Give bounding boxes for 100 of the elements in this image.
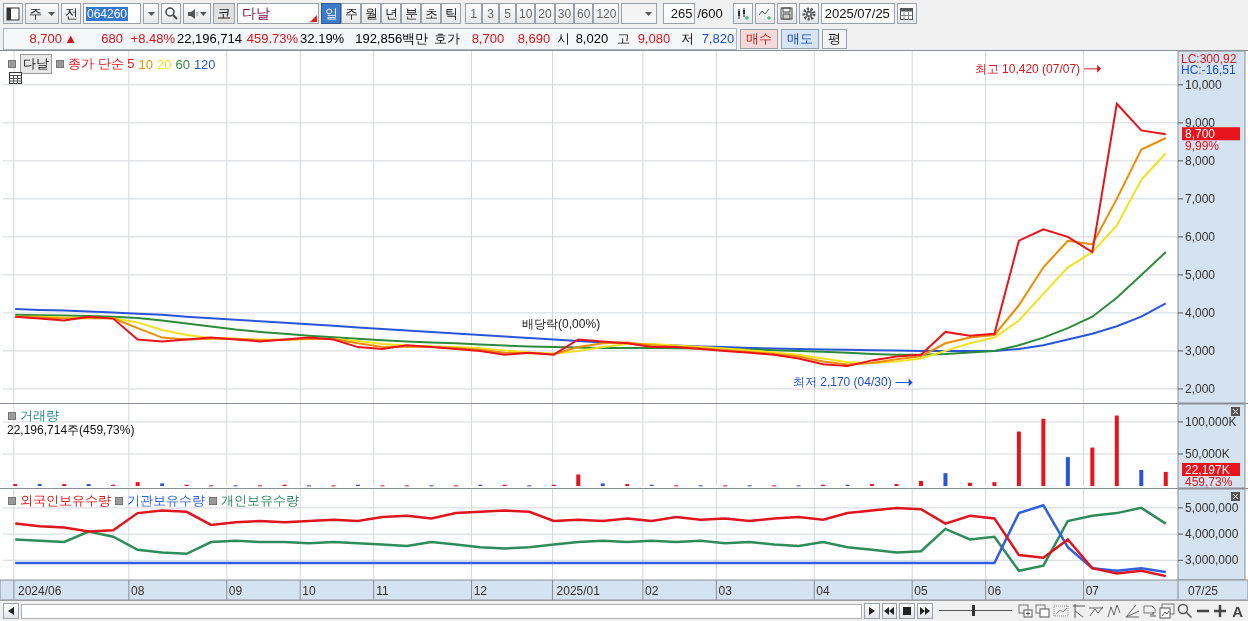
quote-text: 8,020 bbox=[574, 31, 610, 46]
save-icon bbox=[780, 7, 794, 20]
volume-reading: 22,196,714주(459,73%) bbox=[7, 422, 135, 439]
chart-window-icon[interactable] bbox=[1159, 603, 1175, 619]
sell-button[interactable]: 매도 bbox=[781, 28, 820, 49]
gear-icon bbox=[801, 6, 816, 21]
quote-text: +8.48% bbox=[129, 31, 176, 46]
quote-text: 시 bbox=[556, 29, 572, 48]
axis-label: 3,000 bbox=[1185, 343, 1216, 358]
close-icon[interactable] bbox=[1231, 492, 1240, 501]
slider-thumb[interactable] bbox=[971, 605, 975, 616]
pane-title: 거래량 bbox=[20, 407, 59, 425]
legend-label: 120 bbox=[193, 56, 216, 72]
name-field[interactable]: 다날 bbox=[237, 3, 319, 24]
volume-bar bbox=[160, 483, 165, 486]
zoom-slider[interactable] bbox=[938, 603, 1012, 619]
quote-text: 459.73% bbox=[245, 31, 300, 46]
axis-label: 4,000,000 bbox=[1185, 527, 1239, 542]
zigzag-line-icon[interactable] bbox=[1106, 603, 1122, 619]
font-button[interactable]: A bbox=[1230, 602, 1245, 620]
axis-label: 9,000 bbox=[1185, 115, 1216, 130]
scroll-left-button[interactable] bbox=[3, 603, 19, 619]
interval-button[interactable]: 10 bbox=[516, 3, 536, 24]
layout-icon bbox=[6, 6, 20, 21]
layout-button[interactable] bbox=[3, 3, 23, 24]
line-plus-icon bbox=[757, 6, 772, 21]
date-label: 12 bbox=[473, 584, 487, 598]
period-tab[interactable]: 월 bbox=[361, 3, 381, 24]
crosshair-line-icon[interactable] bbox=[1070, 603, 1087, 619]
period-tab[interactable]: 분 bbox=[401, 3, 421, 24]
date-label: 10 bbox=[302, 584, 316, 598]
calendar-button[interactable] bbox=[896, 3, 917, 24]
rewind-button[interactable] bbox=[881, 603, 898, 619]
legend-label: 10 bbox=[138, 56, 153, 72]
buy-button[interactable]: 매수 bbox=[740, 28, 779, 49]
dotted-frame-icon[interactable] bbox=[1052, 603, 1069, 619]
angle-line-icon[interactable] bbox=[1123, 603, 1140, 619]
interval-button[interactable]: 5 bbox=[499, 3, 516, 24]
quote-text: 7,820 bbox=[700, 31, 736, 46]
volume-bar bbox=[918, 480, 923, 486]
save-button[interactable] bbox=[776, 3, 797, 24]
code-dropdown[interactable] bbox=[143, 3, 159, 24]
period-tab[interactable]: 주 bbox=[341, 3, 361, 24]
date-field[interactable]: 2025/07/25 bbox=[820, 3, 895, 24]
quote-text: 8,700 bbox=[28, 31, 63, 46]
period-tab[interactable]: 일 bbox=[321, 3, 341, 24]
volume-bar bbox=[1016, 431, 1021, 486]
axis-label: 4,000 bbox=[1185, 305, 1216, 320]
legend-icon bbox=[8, 497, 16, 505]
quote-text: 680 bbox=[100, 31, 124, 46]
average-button[interactable]: 평 bbox=[822, 28, 848, 49]
market-combo[interactable]: 주 bbox=[25, 3, 59, 24]
prev-button[interactable]: 전 bbox=[61, 3, 81, 24]
high-price-label: 최고 10,420 (07/07) bbox=[974, 61, 1081, 76]
volume-bar bbox=[1163, 471, 1168, 486]
volume-bar bbox=[576, 474, 581, 486]
volume-bar bbox=[943, 473, 948, 486]
speaker-button[interactable] bbox=[183, 3, 211, 24]
quote-text: 192,856백만 bbox=[354, 29, 430, 48]
stop-button[interactable] bbox=[899, 603, 916, 619]
axis-label: 10,000 bbox=[1185, 77, 1222, 92]
legend-label: 개인보유수량 bbox=[221, 492, 299, 510]
volume-bar bbox=[1041, 418, 1046, 486]
corner-mark-icon bbox=[310, 15, 317, 22]
interval-button[interactable]: 20 bbox=[535, 3, 555, 24]
search-button[interactable] bbox=[161, 3, 181, 24]
code-field[interactable]: 064260 bbox=[83, 3, 141, 24]
cascade-window-icon[interactable] bbox=[1035, 603, 1051, 619]
zoom-in-icon[interactable] bbox=[1212, 603, 1229, 619]
play-button[interactable] bbox=[863, 603, 880, 619]
table-icon[interactable] bbox=[9, 72, 22, 84]
legend-icon bbox=[115, 497, 123, 505]
period-tab[interactable]: 초 bbox=[421, 3, 441, 24]
volume-bar bbox=[967, 482, 972, 486]
overlay-window-icon[interactable] bbox=[1017, 603, 1034, 619]
legend-label: 종가 단순 5 bbox=[68, 55, 135, 73]
quote-text: 8,690 bbox=[516, 31, 552, 46]
period-tab[interactable]: 틱 bbox=[441, 3, 461, 24]
interval-button[interactable]: 3 bbox=[482, 3, 499, 24]
volume-bar bbox=[1114, 415, 1119, 486]
period-tab[interactable]: 년 bbox=[381, 3, 401, 24]
bar-stat-icon[interactable] bbox=[1141, 603, 1158, 619]
legend-label: 60 bbox=[175, 56, 190, 72]
legend-label: 기관보유수량 bbox=[127, 492, 205, 510]
count-total: /600 bbox=[697, 6, 723, 21]
arrow-icon bbox=[895, 378, 913, 387]
fast-forward-icon bbox=[919, 607, 930, 615]
interval-button[interactable]: 120 bbox=[593, 3, 620, 24]
close-icon[interactable] bbox=[1231, 407, 1240, 416]
stock-tag[interactable]: 다날 bbox=[20, 54, 52, 74]
interval-button[interactable]: 1 bbox=[465, 3, 482, 24]
settings-button[interactable] bbox=[798, 3, 819, 24]
interval-button[interactable]: 60 bbox=[574, 3, 594, 24]
date-label: 08 bbox=[130, 584, 145, 598]
count-field[interactable]: 265 bbox=[663, 3, 696, 24]
fast-forward-button[interactable] bbox=[917, 603, 933, 619]
quote-text: ▲ bbox=[64, 31, 78, 46]
axis-label: 5,000,000 bbox=[1185, 500, 1239, 515]
search-icon[interactable] bbox=[1176, 603, 1193, 619]
candle-add-button[interactable] bbox=[732, 3, 753, 24]
